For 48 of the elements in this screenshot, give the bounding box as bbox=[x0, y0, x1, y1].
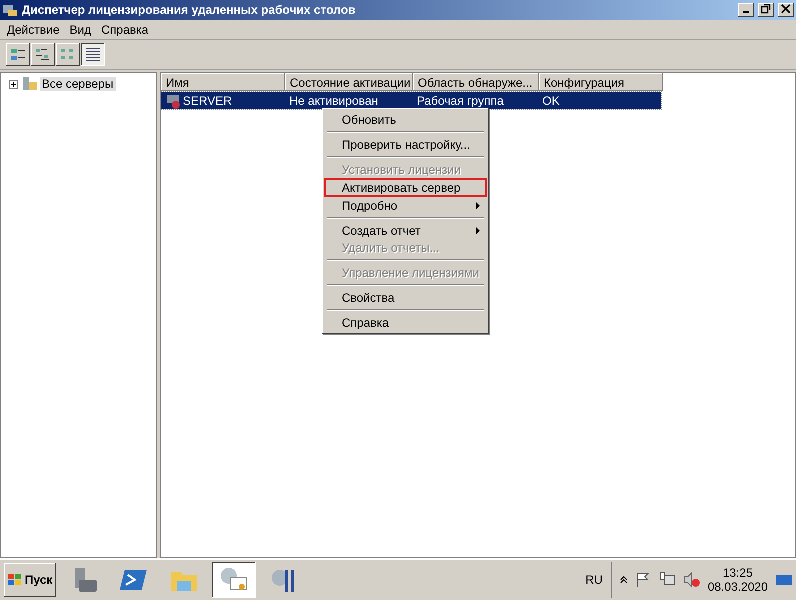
restore-icon bbox=[761, 4, 771, 14]
restore-button[interactable] bbox=[758, 3, 774, 17]
menu-item[interactable]: Проверить настройку... bbox=[325, 136, 486, 153]
menu-item[interactable]: Справка bbox=[96, 22, 154, 36]
tree-item[interactable]: Все серверы bbox=[40, 77, 116, 91]
servers-icon bbox=[21, 76, 37, 92]
menu-item[interactable]: Действие bbox=[2, 22, 65, 36]
menu-item[interactable]: Создать отчет bbox=[325, 222, 486, 239]
table-cell: Рабочая группа bbox=[416, 94, 504, 108]
column-header[interactable]: Область обнаруже... bbox=[413, 73, 539, 91]
clock-time: 13:25 bbox=[722, 566, 753, 580]
column-header[interactable]: Конфигурация bbox=[539, 73, 663, 91]
server-error-icon bbox=[166, 92, 182, 108]
view-icon bbox=[10, 46, 26, 62]
submenu-arrow-icon bbox=[474, 226, 482, 236]
column-header[interactable]: Состояние активации bbox=[285, 73, 413, 91]
table-row[interactable]: SERVER Не активирован Рабочая группа OK bbox=[161, 92, 661, 109]
close-icon bbox=[781, 4, 791, 14]
table-cell: OK bbox=[542, 94, 560, 108]
menu-item[interactable]: Подробно bbox=[325, 197, 486, 214]
app-icon bbox=[2, 2, 18, 18]
window-title: Диспетчер лицензирования удаленных рабочих столов bbox=[22, 3, 357, 17]
speaker-muted-icon bbox=[684, 572, 700, 588]
desktop-icon bbox=[776, 572, 792, 588]
table-cell: Не активирован bbox=[290, 94, 378, 108]
minimize-icon bbox=[743, 11, 749, 13]
clock-date: 08.03.2020 bbox=[708, 580, 768, 594]
language-indicator[interactable]: RU bbox=[586, 573, 603, 587]
menu-item[interactable]: Справка bbox=[325, 314, 486, 331]
expand-toggle-icon[interactable] bbox=[9, 80, 18, 88]
close-button[interactable] bbox=[778, 3, 794, 17]
view-button[interactable] bbox=[81, 43, 105, 66]
start-button[interactable]: Пуск bbox=[4, 563, 56, 597]
table-cell: SERVER bbox=[183, 94, 232, 108]
menu-item[interactable]: Обновить bbox=[325, 111, 486, 128]
menu-item[interactable]: Свойства bbox=[325, 289, 486, 306]
windows-logo-icon bbox=[7, 572, 23, 588]
taskbar-app[interactable] bbox=[212, 562, 256, 598]
menu-item[interactable]: Активировать сервер bbox=[325, 179, 486, 196]
view-icon bbox=[85, 46, 101, 62]
menu-item[interactable]: Вид bbox=[64, 22, 96, 36]
chevron-up-icon bbox=[620, 574, 628, 586]
submenu-arrow-icon bbox=[474, 200, 482, 210]
column-header[interactable]: Имя bbox=[161, 73, 285, 91]
minimize-button[interactable] bbox=[738, 3, 754, 17]
network-icon bbox=[660, 572, 676, 588]
view-icon bbox=[35, 46, 51, 62]
flag-icon bbox=[636, 572, 652, 588]
